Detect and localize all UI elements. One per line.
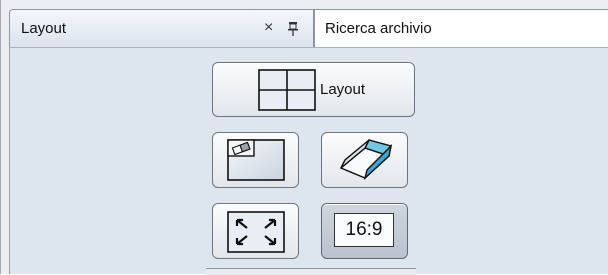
tab-ricerca-archivio[interactable]: Ricerca archivio	[314, 9, 608, 47]
tab-layout[interactable]: Layout ×	[9, 9, 314, 47]
fullscreen-icon	[227, 211, 285, 253]
fullscreen-button[interactable]	[212, 203, 299, 259]
aspect-ratio-label: 16:9	[334, 213, 394, 247]
tab-ricerca-label: Ricerca archivio	[325, 20, 432, 37]
close-icon[interactable]: ×	[264, 19, 273, 37]
layout-button[interactable]: Layout	[212, 62, 415, 117]
eraser-icon	[339, 139, 393, 181]
panel-frame: Layout × Ricerca archivio Layout 16:9	[0, 0, 608, 275]
clear-region-button[interactable]	[212, 132, 299, 188]
tab-layout-label: Layout	[21, 20, 67, 37]
clear-region-icon	[227, 139, 285, 181]
pin-icon[interactable]	[288, 22, 298, 36]
eraser-button[interactable]	[321, 132, 408, 188]
layout-button-label: Layout	[320, 81, 366, 98]
layout-grid-icon	[258, 69, 316, 111]
aspect-ratio-button[interactable]: 16:9	[321, 203, 408, 259]
tab-bar: Layout × Ricerca archivio	[9, 9, 608, 47]
